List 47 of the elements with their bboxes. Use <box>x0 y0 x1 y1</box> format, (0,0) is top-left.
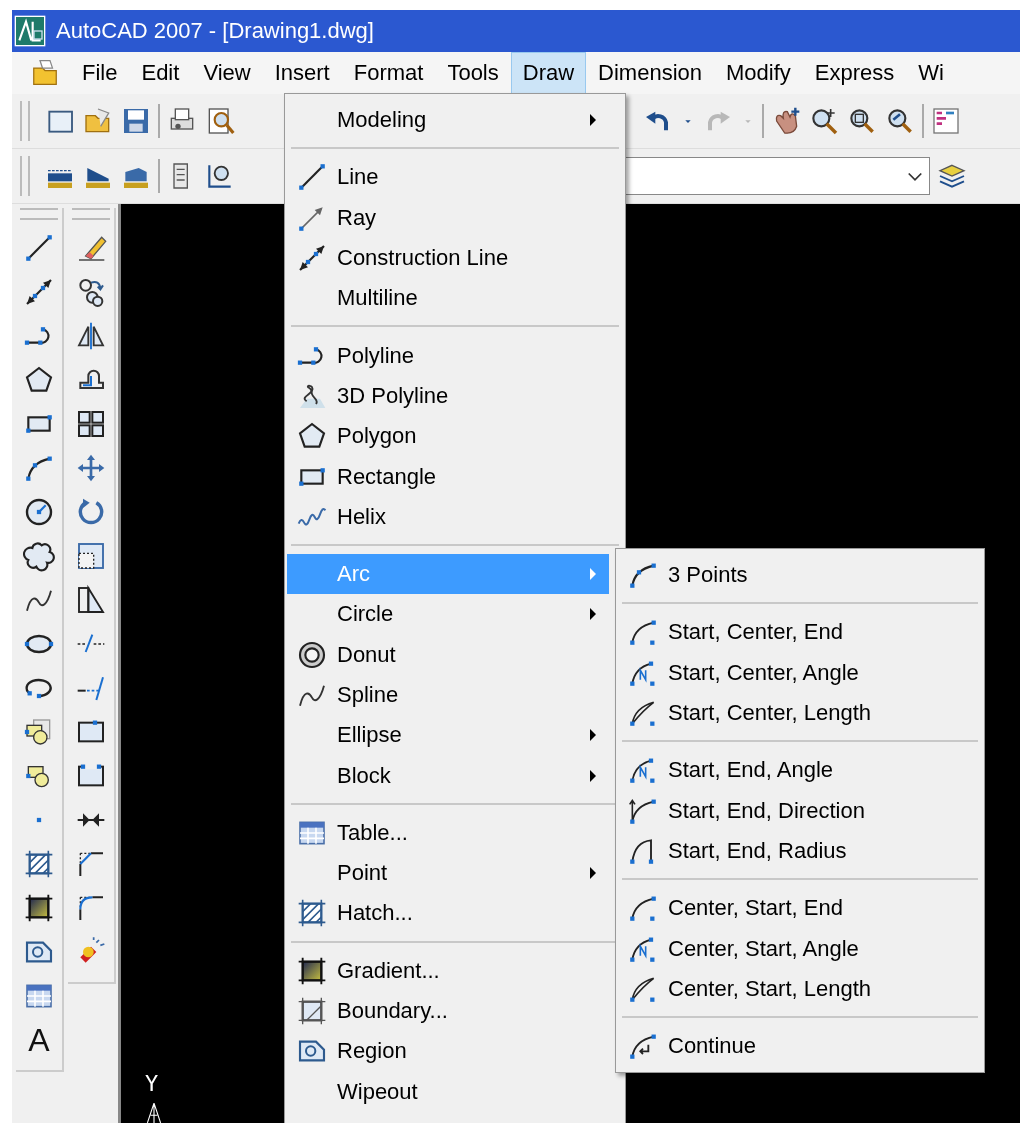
menu-item[interactable]: Ray <box>287 197 609 238</box>
menu-item[interactable]: Wi <box>906 52 956 94</box>
menu-item[interactable]: Center, Start, Length <box>618 968 982 1009</box>
menu-item[interactable]: Tools <box>435 52 511 94</box>
menu-item[interactable]: Region <box>287 1031 609 1072</box>
menu-item[interactable]: Construction Line <box>287 237 609 279</box>
menu-item[interactable]: View <box>191 52 263 94</box>
menu-item[interactable]: File <box>70 52 130 94</box>
menu-item[interactable]: Ellipse <box>287 715 609 756</box>
menu-item[interactable]: Start, End, Radius <box>618 830 982 872</box>
menu-item[interactable]: Start, Center, End <box>618 612 982 653</box>
menu-item[interactable]: Point <box>287 853 609 894</box>
menu-item[interactable]: Rectangle <box>287 456 609 497</box>
menu-item[interactable]: Wipeout <box>287 1071 609 1112</box>
menu-item[interactable]: Insert <box>262 52 342 94</box>
menu-item[interactable]: Boundary... <box>287 990 609 1032</box>
menu-item[interactable]: Express <box>802 52 907 94</box>
menu-item[interactable]: Format <box>341 52 436 94</box>
menu-item[interactable]: Block <box>287 755 609 796</box>
menu-item[interactable]: Donut <box>287 634 609 675</box>
menu-item[interactable]: Start, End, Angle <box>618 750 982 791</box>
menu-item[interactable]: Center, Start, End <box>618 888 982 929</box>
menu-item[interactable]: Continue <box>618 1025 982 1067</box>
window-title: AutoCAD 2007 - [Drawing1.dwg] <box>56 18 374 44</box>
menu-item[interactable]: Start, Center, Length <box>618 692 982 734</box>
menu-item[interactable]: Polygon <box>287 416 609 457</box>
menu-item[interactable]: Hatch... <box>287 893 609 934</box>
menu-item[interactable]: Helix <box>287 496 609 537</box>
menu-item[interactable]: Edit <box>129 52 192 94</box>
menu-item[interactable]: Multiline <box>287 278 609 319</box>
menu-item[interactable]: Draw <box>510 52 587 94</box>
menu-item[interactable]: Line <box>287 157 609 198</box>
menu-item[interactable]: Table... <box>287 812 609 854</box>
text-tool-icon[interactable]: A <box>28 1024 50 1056</box>
menu-item[interactable]: Modify <box>714 52 803 94</box>
ucs-axis-label: Y <box>145 1071 159 1096</box>
menu-item[interactable]: Polyline <box>287 335 609 376</box>
menu-item[interactable]: Dimension <box>586 52 715 94</box>
menu-item[interactable]: 3D Polyline <box>287 375 609 417</box>
menu-item[interactable]: Modeling <box>287 100 609 141</box>
menu-item[interactable]: Start, End, Direction <box>618 790 982 831</box>
menu-item[interactable]: 3 Points <box>618 555 982 596</box>
menu-item[interactable]: Gradient... <box>287 950 609 991</box>
menu-item[interactable]: Center, Start, Angle <box>618 928 982 969</box>
menu-item[interactable]: Start, Center, Angle <box>618 652 982 693</box>
menu-item[interactable]: Spline <box>287 674 609 716</box>
menu-item[interactable]: Circle <box>287 594 609 635</box>
